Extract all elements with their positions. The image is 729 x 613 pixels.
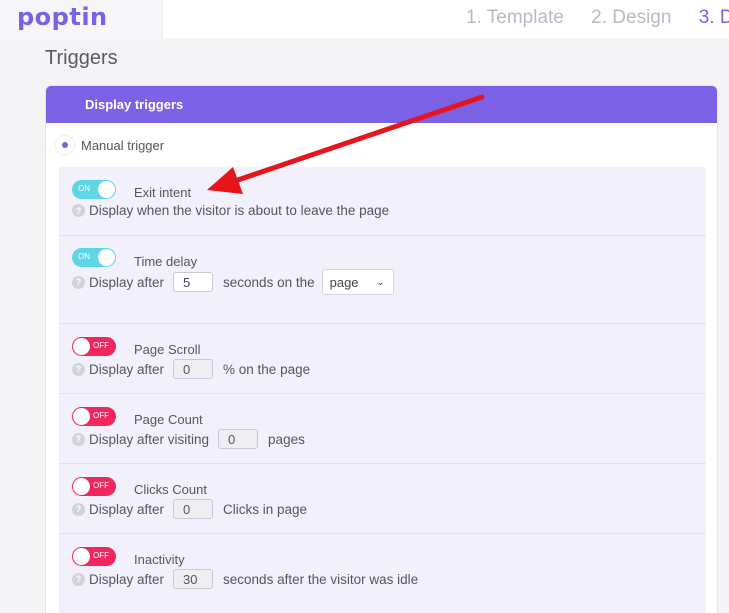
exit-intent-toggle[interactable]: ON (72, 180, 116, 199)
page-count-input[interactable]: 0 (218, 429, 259, 449)
time-delay-title: Time delay (134, 254, 198, 269)
toggle-knob (73, 338, 90, 355)
trigger-clicks-count: OFF Clicks Count ? Display after 0 Click… (59, 464, 706, 534)
inactivity-title: Inactivity (134, 552, 185, 567)
step-display[interactable]: 3. Di (699, 7, 729, 28)
logo-area: poptin (0, 0, 163, 38)
clicks-count-input[interactable]: 0 (173, 499, 214, 519)
description-after: % on the page (223, 361, 311, 377)
page-scroll-title: Page Scroll (134, 342, 201, 357)
page-scroll-percent-input[interactable]: 0 (173, 359, 214, 379)
page-scroll-description: ? Display after 0 % on the page (72, 359, 310, 379)
step-design[interactable]: 2. Design (591, 7, 671, 28)
help-icon[interactable]: ? (72, 572, 85, 586)
page-count-toggle[interactable]: OFF (72, 407, 116, 426)
description-after: seconds after the visitor was idle (223, 571, 419, 587)
description-before: Display after (89, 501, 165, 517)
help-icon[interactable]: ? (72, 362, 85, 376)
time-delay-seconds-input[interactable]: 5 (173, 272, 214, 292)
manual-trigger-radio[interactable] (56, 136, 74, 154)
step-template[interactable]: 1. Template (466, 7, 564, 28)
description-before: Display after visiting (89, 431, 210, 447)
trigger-page-count: OFF Page Count ? Display after visiting … (59, 394, 706, 464)
page-scope-select[interactable]: page ⌄ (321, 269, 394, 295)
wizard-steps: 1. Template 2. Design 3. Di (466, 7, 729, 29)
description-before: Display after (89, 274, 165, 290)
inactivity-toggle[interactable]: OFF (72, 547, 116, 566)
page-count-description: ? Display after visiting 0 pages (72, 429, 305, 449)
chevron-down-icon: ⌄ (376, 276, 385, 288)
toggle-state-label: OFF (93, 551, 109, 560)
manual-trigger-label: Manual trigger (81, 137, 165, 153)
description-after: pages (268, 431, 305, 447)
toggle-knob (98, 181, 115, 198)
toggle-knob (98, 249, 115, 266)
clicks-count-title: Clicks Count (134, 482, 207, 497)
manual-trigger-option[interactable]: Manual trigger (56, 136, 164, 154)
description-after: seconds on the (223, 274, 315, 290)
inactivity-description: ? Display after 30 seconds after the vis… (72, 569, 418, 589)
description-after: Clicks in page (223, 501, 308, 517)
toggle-state-label: OFF (93, 481, 109, 490)
help-icon[interactable]: ? (72, 275, 85, 289)
trigger-list: ON Exit intent ? Display when the visito… (59, 167, 706, 613)
toggle-state-label: OFF (93, 341, 109, 350)
top-bar: poptin 1. Template 2. Design 3. Di (0, 0, 729, 38)
description-before: Display after (89, 361, 165, 377)
exit-intent-title: Exit intent (134, 185, 192, 200)
panel-header: Display triggers (46, 86, 717, 123)
poptin-logo[interactable]: poptin (17, 3, 108, 31)
toggle-state-label: ON (78, 252, 90, 261)
toggle-knob (73, 478, 90, 495)
trigger-time-delay: ON Time delay ? Display after 5 seconds … (59, 236, 706, 324)
toggle-state-label: OFF (93, 411, 109, 420)
trigger-exit-intent: ON Exit intent ? Display when the visito… (59, 167, 706, 236)
clicks-count-description: ? Display after 0 Clicks in page (72, 499, 307, 519)
page-title: Triggers (45, 47, 118, 69)
description-text: Display when the visitor is about to lea… (89, 203, 390, 218)
exit-intent-description: ? Display when the visitor is about to l… (72, 203, 389, 218)
inactivity-seconds-input[interactable]: 30 (173, 569, 214, 589)
time-delay-description: ? Display after 5 seconds on the page ⌄ (72, 269, 394, 295)
description-before: Display after (89, 571, 165, 587)
trigger-page-scroll: OFF Page Scroll ? Display after 0 % on t… (59, 324, 706, 394)
page-scroll-toggle[interactable]: OFF (72, 337, 116, 356)
clicks-count-toggle[interactable]: OFF (72, 477, 116, 496)
toggle-knob (73, 408, 90, 425)
display-triggers-panel: Display triggers Manual trigger ON Exit … (45, 85, 718, 613)
time-delay-toggle[interactable]: ON (72, 248, 116, 267)
trigger-inactivity: OFF Inactivity ? Display after 30 second… (59, 534, 706, 613)
help-icon[interactable]: ? (72, 432, 85, 446)
toggle-knob (73, 548, 90, 565)
help-icon[interactable]: ? (72, 502, 85, 516)
select-value: page (329, 274, 359, 290)
toggle-state-label: ON (78, 184, 90, 193)
page-count-title: Page Count (134, 412, 203, 427)
help-icon[interactable]: ? (72, 204, 85, 217)
